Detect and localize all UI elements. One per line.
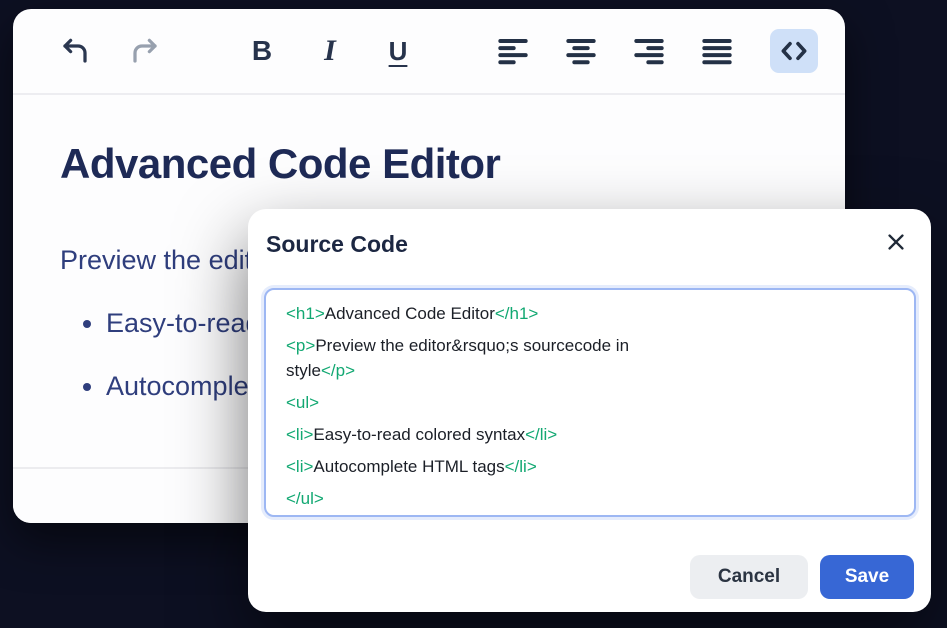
document-heading: Advanced Code Editor — [60, 138, 798, 190]
code-token-tag: </li> — [525, 425, 557, 444]
code-brackets-icon — [778, 35, 810, 67]
code-token-tag: <p> — [286, 336, 315, 355]
italic-button[interactable]: I — [308, 29, 352, 73]
bold-button[interactable]: B — [240, 29, 284, 73]
align-center-button[interactable] — [559, 29, 603, 73]
redo-arrow-icon — [130, 36, 160, 66]
align-right-icon — [633, 35, 665, 67]
align-justify-button[interactable] — [695, 29, 739, 73]
source-code-dialog: Source Code <h1>Advanced Code Editor</h1… — [248, 209, 931, 612]
save-button[interactable]: Save — [820, 555, 914, 599]
dialog-footer: Cancel Save — [690, 555, 914, 599]
align-right-button[interactable] — [627, 29, 671, 73]
code-token-tag: </li> — [505, 457, 537, 476]
dialog-header: Source Code — [248, 209, 931, 259]
code-token-text: style — [286, 361, 321, 380]
bold-glyph: B — [252, 35, 272, 67]
code-token-tag: </ul> — [286, 489, 324, 508]
undo-button[interactable] — [53, 29, 97, 73]
editor-toolbar: B I U — [13, 9, 845, 95]
undo-arrow-icon — [60, 36, 90, 66]
align-left-button[interactable] — [491, 29, 535, 73]
code-token-tag: <li> — [286, 457, 313, 476]
source-code-textarea[interactable]: <h1>Advanced Code Editor</h1> <p>Preview … — [264, 288, 916, 517]
source-code-button[interactable] — [770, 29, 818, 73]
code-token-tag: </p> — [321, 361, 355, 380]
close-button[interactable] — [885, 231, 907, 256]
code-token-text: Advanced Code Editor — [325, 304, 495, 323]
cancel-button[interactable]: Cancel — [690, 555, 808, 599]
underline-glyph: U — [389, 36, 408, 67]
code-token-tag: </h1> — [495, 304, 539, 323]
code-token-text: Preview the editor&rsquo;s sourcecode in — [315, 336, 629, 355]
code-token-tag: <h1> — [286, 304, 325, 323]
align-center-icon — [565, 35, 597, 67]
redo-button[interactable] — [123, 29, 167, 73]
align-justify-icon — [701, 35, 733, 67]
code-token-text: Autocomplete HTML tags — [313, 457, 504, 476]
x-close-icon — [885, 241, 907, 256]
italic-glyph: I — [324, 34, 336, 68]
code-token-text: Easy-to-read colored syntax — [313, 425, 525, 444]
align-left-icon — [497, 35, 529, 67]
dialog-title: Source Code — [266, 229, 408, 259]
code-token-tag: <li> — [286, 425, 313, 444]
code-token-tag: <ul> — [286, 393, 319, 412]
app-background: B I U — [0, 0, 947, 628]
underline-button[interactable]: U — [376, 29, 420, 73]
